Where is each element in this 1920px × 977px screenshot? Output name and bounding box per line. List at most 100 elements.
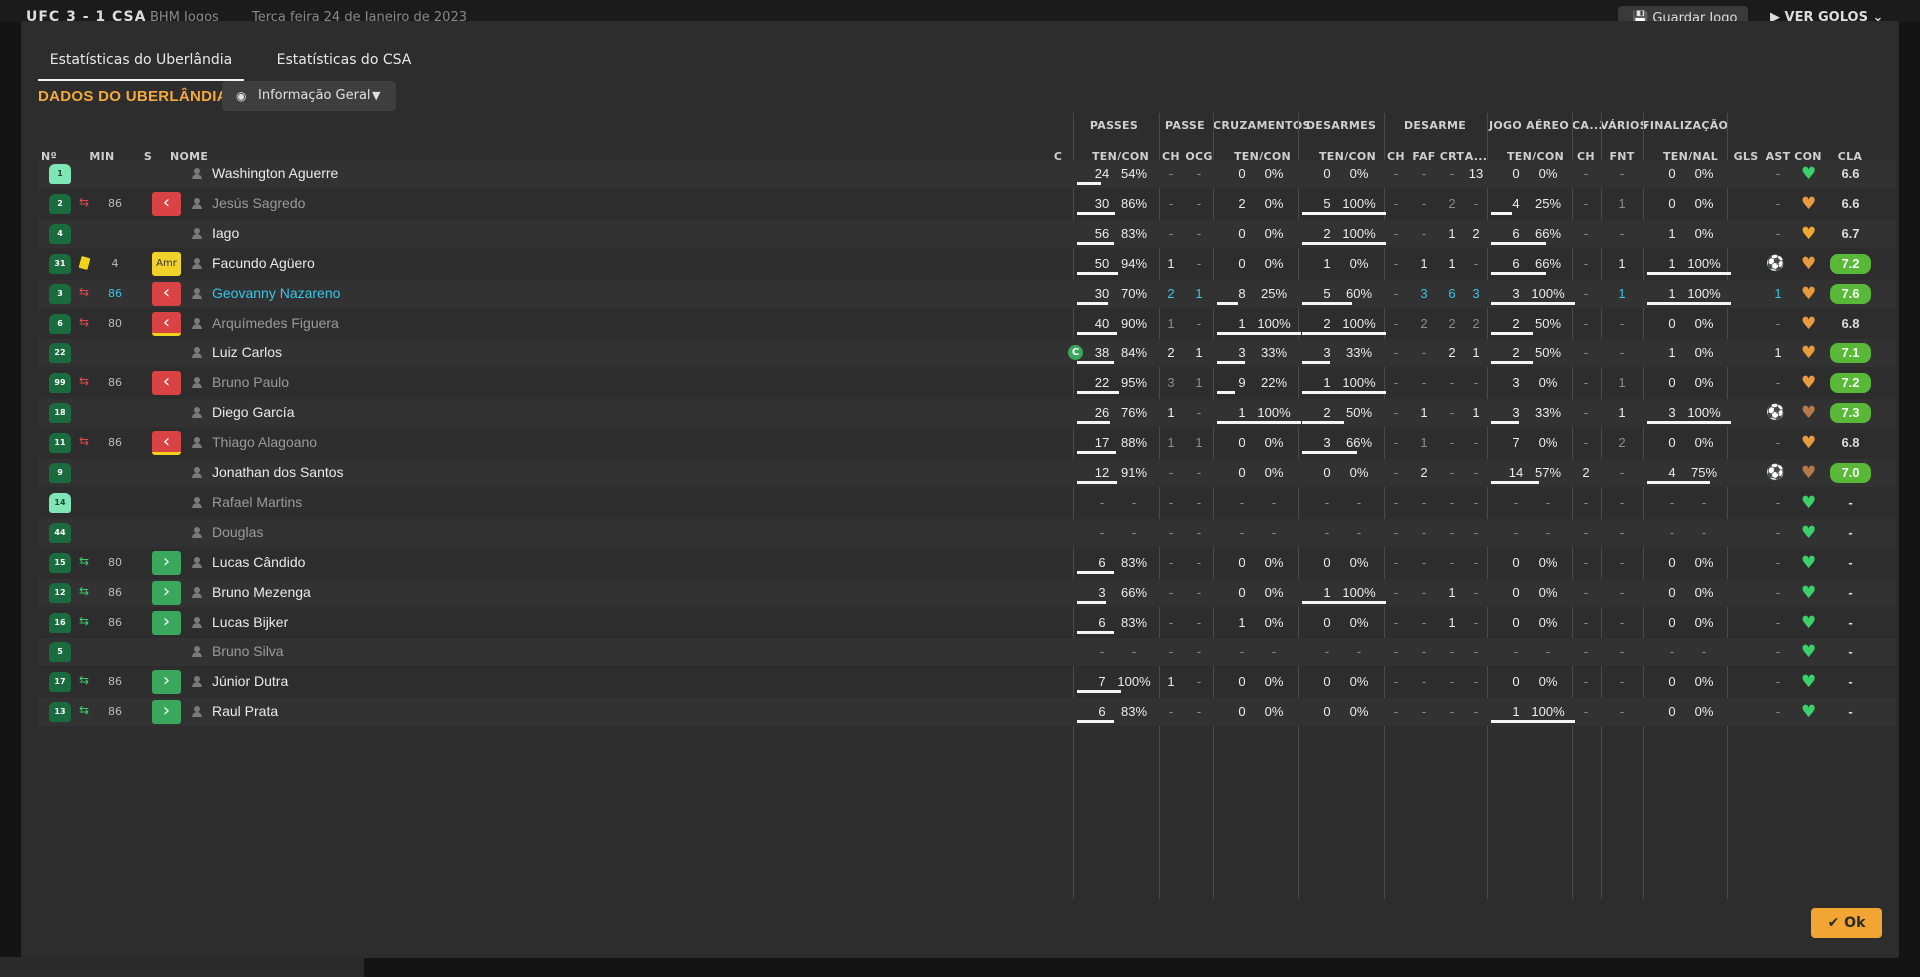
stat-percent: 0% bbox=[1694, 704, 1714, 720]
player-name[interactable]: Diego García bbox=[212, 404, 294, 420]
stat-percent: 0% bbox=[1538, 584, 1558, 600]
stat-percent: 0% bbox=[1538, 554, 1558, 570]
player-rating: 7.2 bbox=[1830, 373, 1871, 394]
stat-value: - bbox=[1393, 644, 1399, 660]
player-name[interactable]: Lucas Cândido bbox=[212, 554, 305, 570]
stat-percent: 86% bbox=[1120, 195, 1148, 211]
player-name[interactable]: Douglas bbox=[212, 524, 263, 540]
yellow-card-icon bbox=[78, 255, 91, 270]
yellow-card-badge: Amr bbox=[152, 251, 181, 276]
stat-value: - bbox=[1393, 195, 1399, 211]
player-name[interactable]: Rafael Martins bbox=[212, 494, 302, 510]
stat-value: - bbox=[1196, 494, 1202, 510]
player-name[interactable]: Júnior Dutra bbox=[212, 673, 288, 689]
player-profile-icon bbox=[192, 706, 202, 718]
stat-percent: 0% bbox=[1538, 375, 1558, 391]
stat-percent: 0% bbox=[1264, 255, 1284, 271]
stat-progress-bar bbox=[1647, 301, 1731, 305]
group-header: CA... bbox=[1572, 119, 1603, 132]
tab-csa-stats[interactable]: Estatísticas do CSA bbox=[259, 41, 429, 79]
player-name[interactable]: Luiz Carlos bbox=[212, 344, 282, 360]
stat-progress-bar bbox=[1491, 421, 1519, 425]
stat-value: 2 bbox=[1472, 315, 1480, 331]
table-row[interactable]: 44 Douglas - - - - - - - - - - - - - - - - - - - ♥ - bbox=[38, 518, 1896, 547]
player-name[interactable]: Thiago Alagoano bbox=[212, 434, 317, 450]
stat-value: 3 bbox=[1167, 375, 1175, 391]
player-rating: 6.6 bbox=[1841, 195, 1860, 211]
player-name[interactable]: Jesús Sagredo bbox=[212, 195, 305, 211]
table-row[interactable]: 1 Washington Aguerre 24 54% - -0 0% 0 0% - - -13 0 0%… bbox=[38, 160, 1896, 188]
stat-value: - bbox=[1473, 435, 1479, 451]
sub-off-badge: ‹ bbox=[152, 311, 181, 336]
player-name[interactable]: Raul Prata bbox=[212, 703, 278, 719]
stat-percent: 0% bbox=[1694, 375, 1714, 391]
stat-value: - bbox=[1421, 195, 1427, 211]
stat-progress-bar bbox=[1217, 391, 1235, 395]
stat-progress-bar bbox=[1077, 211, 1115, 215]
stat-percent: 100% bbox=[1257, 315, 1291, 331]
player-name[interactable]: Bruno Mezenga bbox=[212, 584, 311, 600]
stat-value: - bbox=[1421, 225, 1427, 241]
ok-button[interactable]: ✔ Ok bbox=[1811, 908, 1882, 938]
player-name[interactable]: Bruno Silva bbox=[212, 643, 284, 659]
stat-value: 1 bbox=[1472, 405, 1480, 421]
condition-heart-icon: ♥ bbox=[1801, 193, 1817, 214]
table-row[interactable]: 99 ⇆ 86 ‹ Bruno Paulo 22 95% 3 1 9 22% 1 100% - - - -3 0%… bbox=[38, 369, 1896, 397]
player-rating: 7.3 bbox=[1830, 403, 1871, 424]
stat-percent: 0% bbox=[1264, 674, 1284, 690]
table-row[interactable]: 4 Iago 56 83% - -0 0% 2 100% - -1 2 6 66% - -1 0% - ♥ 6.7 bbox=[38, 219, 1896, 248]
substituted-off-icon: ⇆ bbox=[79, 314, 90, 329]
player-profile-icon bbox=[192, 227, 202, 239]
table-row[interactable]: 3 ⇆ 86 ‹ Geovanny Nazareno 30 70% 2 1 8 25% 5 60% -3 6… bbox=[38, 279, 1896, 308]
player-name[interactable]: Arquímedes Figuera bbox=[212, 315, 339, 331]
player-name[interactable]: Lucas Bijker bbox=[212, 614, 288, 630]
stat-value: - bbox=[1168, 465, 1174, 480]
player-name[interactable]: Jonathan dos Santos bbox=[212, 464, 344, 480]
view-dropdown[interactable]: ◉ Informação Geral ▼ bbox=[222, 81, 396, 111]
stat-value: - bbox=[1473, 614, 1479, 630]
stat-percent: 50% bbox=[1534, 345, 1562, 361]
table-row[interactable]: 13 ⇆ 86 › Raul Prata 6 83% - -0 0% 0 0% - - - -1 100% - -0… bbox=[38, 698, 1896, 727]
condition-heart-icon: ♥ bbox=[1801, 373, 1817, 394]
player-name[interactable]: Bruno Paulo bbox=[212, 374, 289, 390]
stat-value: - bbox=[1421, 494, 1427, 510]
stat-percent: 100% bbox=[1687, 255, 1721, 271]
player-name[interactable]: Facundo Agüero bbox=[212, 255, 315, 271]
stat-progress-bar bbox=[1302, 211, 1386, 215]
table-row[interactable]: 14 Rafael Martins - - - - - - - - - - - - - - - - - - - ♥ - bbox=[38, 489, 1896, 517]
tab-uberlandia-stats[interactable]: Estatísticas do Uberlândia bbox=[38, 41, 244, 81]
table-row[interactable]: 12 ⇆ 86 › Bruno Mezenga 3 66% - -0 0% 1 100% - -1-0 0%… bbox=[38, 578, 1896, 607]
stat-value: - bbox=[1393, 225, 1399, 241]
stat-value: - bbox=[1619, 465, 1625, 480]
table-row[interactable]: 6 ⇆ 80 ‹ Arquímedes Figuera 40 90% 1-1 100% 2 100%… bbox=[38, 310, 1896, 338]
kit-number-icon: 31 bbox=[49, 253, 71, 274]
table-row[interactable]: 5 Bruno Silva - - - - - - - - - - - - - - - - - - - ♥ - bbox=[38, 638, 1896, 667]
table-row[interactable]: 22 Luiz Carlos C 38 84% 2 1 3 33% 3 33% - -2 1 2 50% - -1… bbox=[38, 339, 1896, 368]
stat-percent: 83% bbox=[1120, 614, 1148, 630]
condition-heart-icon: ♥ bbox=[1801, 343, 1817, 364]
stat-percent: 0% bbox=[1694, 166, 1714, 181]
stat-value: 1 bbox=[1618, 375, 1626, 391]
table-row[interactable]: 2 ⇆ 86 ‹ Jesús Sagredo 30 86% - -2 0% 5 100% - -2-4 25… bbox=[38, 190, 1896, 218]
eye-icon: ◉ bbox=[236, 89, 247, 103]
stat-progress-bar bbox=[1302, 331, 1386, 335]
player-name[interactable]: Iago bbox=[212, 225, 239, 241]
table-row[interactable]: 17 ⇆ 86 › Júnior Dutra 7 100% 1-0 0% 0 0% - - - -0 0% - -… bbox=[38, 668, 1896, 696]
table-row[interactable]: 16 ⇆ 86 › Lucas Bijker 6 83% - -1 0% 0 0% - -1-0 0% - -0… bbox=[38, 609, 1896, 637]
stat-value: - bbox=[1619, 614, 1625, 630]
player-name[interactable]: Washington Aguerre bbox=[212, 165, 338, 181]
table-row[interactable]: 18 Diego García 26 76% 1-1 100% 2 50% -1-1 3 33% -1… bbox=[38, 399, 1896, 428]
stat-value: 1 bbox=[1195, 435, 1203, 451]
table-row[interactable]: 9 Jonathan dos Santos 12 91% - -0 0% 0 0% -2- -14 5… bbox=[38, 459, 1896, 487]
stat-percent: - bbox=[1271, 494, 1277, 510]
sub-on-badge: › bbox=[152, 700, 181, 725]
table-row[interactable]: 15 ⇆ 80 › Lucas Cândido 6 83% - -0 0% 0 0% - - - -0 0% - -… bbox=[38, 549, 1896, 577]
stat-value: - bbox=[1393, 674, 1399, 690]
player-profile-icon bbox=[192, 377, 202, 389]
player-name[interactable]: Geovanny Nazareno bbox=[212, 285, 340, 301]
stat-value: 2 bbox=[1582, 465, 1590, 480]
stat-value: 1 bbox=[1195, 285, 1203, 301]
table-row[interactable]: 11 ⇆ 86 ‹ Thiago Alagoano 17 88% 1 1 0 0% 3 66% -1- -7… bbox=[38, 429, 1896, 457]
table-row[interactable]: 31 4 Amr Facundo Agüero 50 94% 1-0 0% 1 0% -1 1-6 66… bbox=[38, 250, 1896, 278]
stat-value: - bbox=[1393, 435, 1399, 451]
